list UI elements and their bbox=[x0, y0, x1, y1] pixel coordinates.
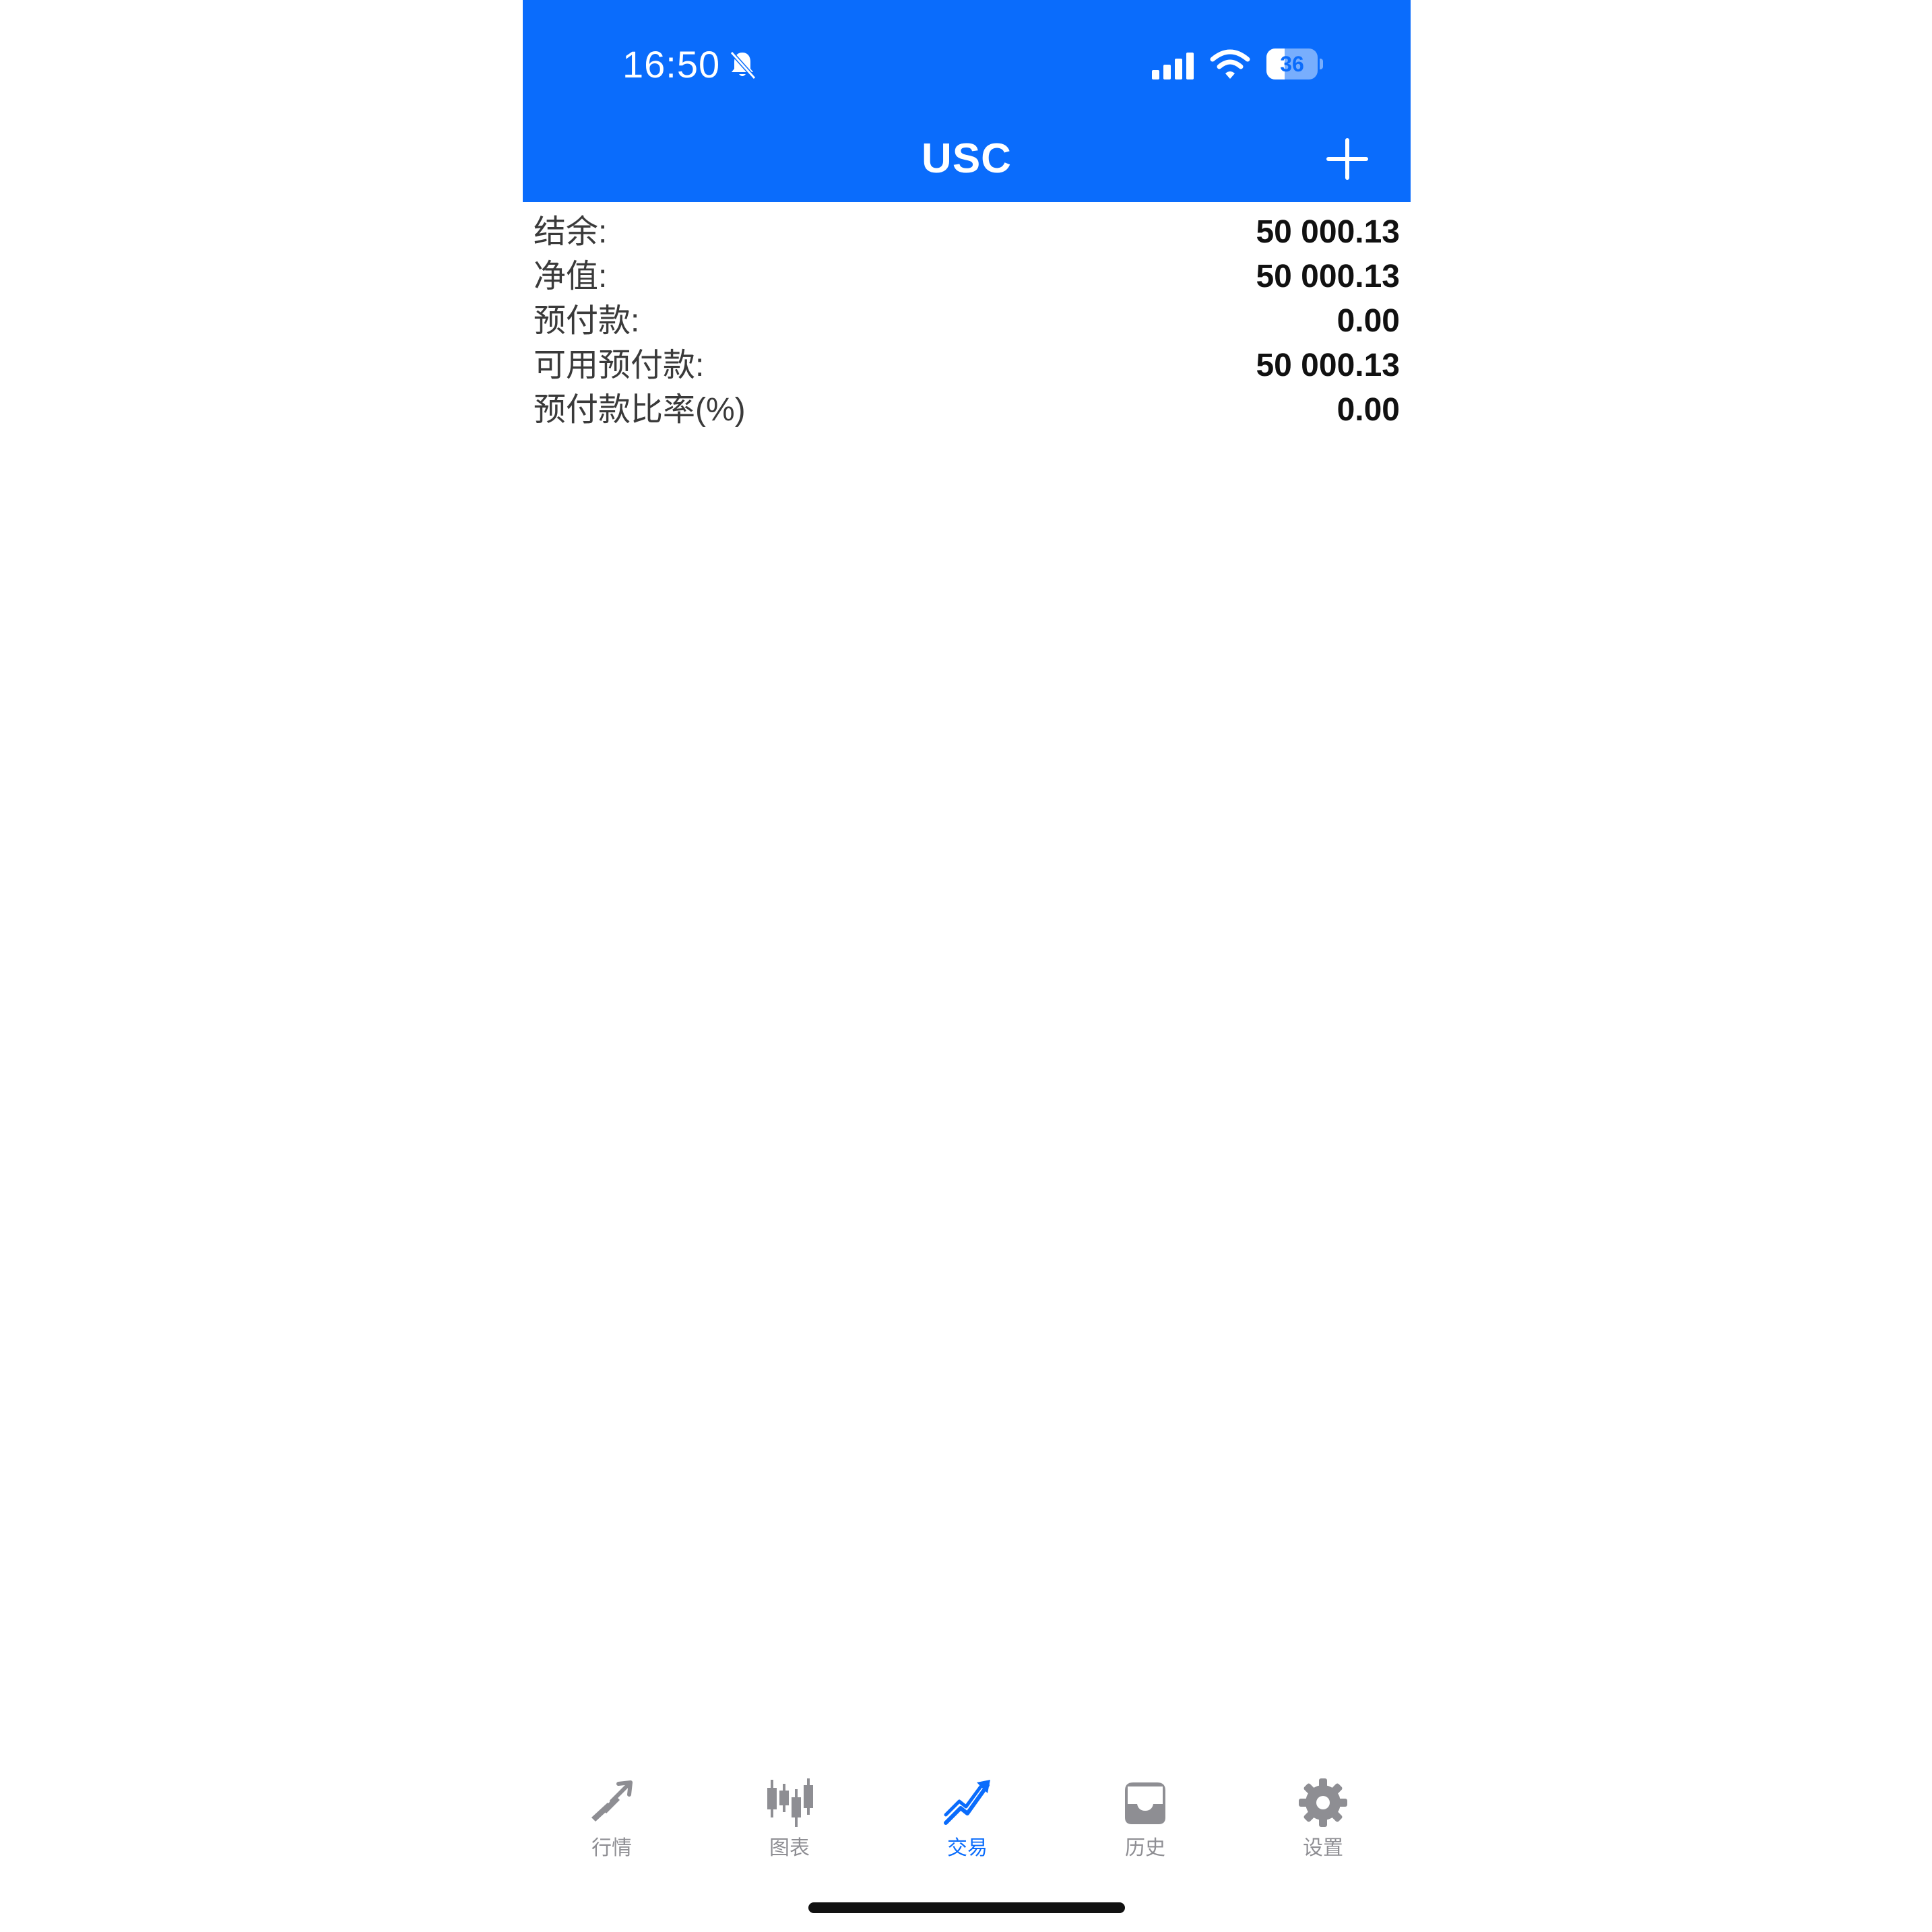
margin-value: 0.00 bbox=[1337, 303, 1400, 339]
summary-row-equity: 净值: 50 000.13 bbox=[534, 255, 1400, 299]
summary-row-margin-level: 预付款比率(%) 0.00 bbox=[534, 388, 1400, 432]
free-margin-label: 可用预付款: bbox=[534, 348, 705, 383]
phone-screen: 16:50 36 USC 结余: 50 000.13 净值: 50 000.13… bbox=[523, 0, 1411, 1932]
page-title: USC bbox=[922, 135, 1012, 182]
margin-label: 预付款: bbox=[534, 303, 640, 339]
trade-icon bbox=[944, 1780, 990, 1825]
tab-trade-label: 交易 bbox=[947, 1837, 988, 1859]
tab-history[interactable]: 历史 bbox=[1056, 1765, 1234, 1866]
battery-cap bbox=[1320, 59, 1323, 69]
summary-row-free-margin: 可用预付款: 50 000.13 bbox=[534, 344, 1400, 388]
battery-indicator: 36 bbox=[1266, 49, 1323, 79]
margin-level-label: 预付款比率(%) bbox=[534, 392, 746, 428]
equity-label: 净值: bbox=[534, 259, 608, 294]
bell-muted-icon bbox=[730, 51, 756, 80]
battery-body: 36 bbox=[1266, 49, 1318, 79]
tab-trade[interactable]: 交易 bbox=[878, 1765, 1056, 1866]
tab-settings[interactable]: 设置 bbox=[1234, 1765, 1412, 1866]
account-summary: 结余: 50 000.13 净值: 50 000.13 预付款: 0.00 可用… bbox=[534, 210, 1400, 432]
tab-chart-label: 图表 bbox=[769, 1837, 810, 1859]
equity-value: 50 000.13 bbox=[1256, 259, 1400, 294]
battery-level: 36 bbox=[1280, 52, 1304, 76]
add-button[interactable] bbox=[1326, 137, 1369, 181]
tab-quotes[interactable]: 行情 bbox=[523, 1765, 701, 1866]
summary-row-balance: 结余: 50 000.13 bbox=[534, 210, 1400, 255]
tab-settings-label: 设置 bbox=[1303, 1837, 1343, 1859]
bottom-tab-bar: 行情 图表 交易 历史 设置 bbox=[523, 1765, 1411, 1866]
wifi-icon bbox=[1210, 49, 1250, 79]
history-icon bbox=[1125, 1782, 1165, 1824]
free-margin-value: 50 000.13 bbox=[1256, 348, 1400, 383]
chart-icon bbox=[767, 1778, 813, 1827]
margin-level-value: 0.00 bbox=[1337, 392, 1400, 428]
balance-label: 结余: bbox=[534, 214, 608, 250]
tab-chart[interactable]: 图表 bbox=[701, 1765, 878, 1866]
settings-icon bbox=[1299, 1778, 1347, 1827]
tab-quotes-label: 行情 bbox=[591, 1837, 632, 1859]
quotes-icon bbox=[591, 1780, 633, 1822]
tab-history-label: 历史 bbox=[1125, 1837, 1165, 1859]
summary-row-margin: 预付款: 0.00 bbox=[534, 299, 1400, 344]
balance-value: 50 000.13 bbox=[1256, 214, 1400, 250]
cellular-signal-icon bbox=[1152, 53, 1194, 79]
header-bar: 16:50 36 USC bbox=[523, 0, 1411, 202]
status-time: 16:50 bbox=[622, 43, 721, 86]
home-indicator[interactable] bbox=[808, 1902, 1125, 1913]
